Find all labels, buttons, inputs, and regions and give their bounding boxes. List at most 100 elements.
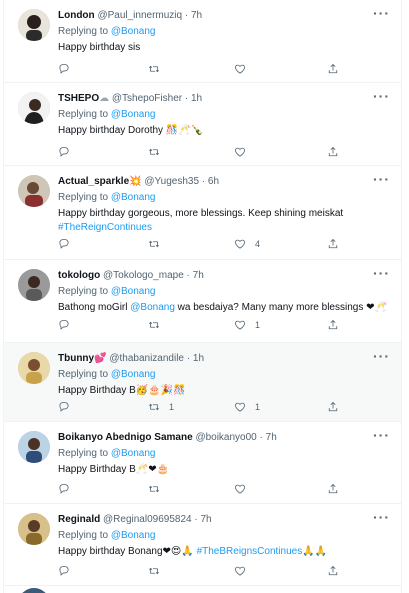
timestamp[interactable]: 1h [191,93,202,104]
user-handle[interactable]: @TshepoFisher [112,93,182,104]
tweet-actions: 4 [58,236,349,252]
share-button[interactable] [327,236,339,252]
reply-button[interactable] [58,317,70,333]
replying-prefix: Replying to [58,192,111,203]
avatar[interactable] [18,431,50,463]
reply-button[interactable] [58,144,70,160]
text-segment: Happy birthday gorgeous, more blessings.… [58,208,344,219]
tweet[interactable]: Reginald @Reginal09695824 · 7h Replying … [4,504,401,586]
replying-prefix: Replying to [58,448,111,459]
replying-to-link[interactable]: @Bonang [111,192,156,203]
retweet-button[interactable] [148,317,160,333]
text-segment: Happy Birthday B [58,464,136,475]
like-button[interactable] [234,563,246,579]
share-button[interactable] [327,317,339,333]
hashtag-link[interactable]: #TheReignContinues [58,222,152,233]
retweet-button[interactable] [148,61,160,77]
replying-to-link[interactable]: @Bonang [111,26,156,37]
tweet-actions [58,61,349,77]
share-button[interactable] [327,144,339,160]
avatar[interactable] [18,9,50,41]
text-segment: Bathong moGirl [58,302,131,313]
timestamp[interactable]: 1h [193,353,204,364]
like-button[interactable] [234,61,246,77]
avatar[interactable] [18,513,50,545]
reply-feed: London @Paul_innermuziq · 7h Replying to… [3,0,402,593]
display-name[interactable]: London [58,10,95,21]
tweet-text: Happy birthday sis [58,41,393,55]
retweet-button[interactable] [148,236,160,252]
share-icon [327,238,339,250]
share-icon [327,483,339,495]
retweet-count: 1 [169,402,175,412]
tweet[interactable]: Actual_sparkle💥 @Yugesh35 · 6h Replying … [4,166,401,260]
user-handle[interactable]: @Yugesh35 [144,176,199,187]
avatar[interactable] [18,352,50,384]
share-button[interactable] [327,399,339,415]
replying-to-link[interactable]: @Bonang [111,448,156,459]
hashtag-link[interactable]: #TheBReignsContinues [194,546,303,557]
user-handle[interactable]: @thabanizandile [109,353,184,364]
reply-button[interactable] [58,61,70,77]
display-name[interactable]: tokologo [58,270,100,281]
like-count: 1 [255,402,261,412]
more-icon[interactable]: ··· [373,6,389,20]
replying-to-link[interactable]: @Bonang [111,109,156,120]
timestamp[interactable]: 7h [200,514,211,525]
timestamp[interactable]: 6h [208,176,219,187]
more-icon[interactable]: ··· [373,172,389,186]
more-icon[interactable]: ··· [373,266,389,280]
tweet[interactable]: Tbunny💕 @thabanizandile · 1h Replying to… [4,343,401,422]
tweet[interactable]: tokologo @Tokologo_mape · 7h Replying to… [4,260,401,343]
name-emoji: 💥 [129,176,142,187]
avatar[interactable] [18,92,50,124]
like-icon [234,146,246,158]
reply-button[interactable] [58,236,70,252]
like-button[interactable] [234,481,246,497]
text-segment: Happy birthday Bonang [58,546,163,557]
like-button[interactable]: 1 [234,317,260,333]
display-name[interactable]: Boikanyo Abednigo Samane [58,432,193,443]
avatar[interactable] [18,175,50,207]
replying-to-link[interactable]: @Bonang [111,286,156,297]
timestamp[interactable]: 7h [266,432,277,443]
timestamp[interactable]: 7h [193,270,204,281]
tweet[interactable]: TSHEPO☁ @TshepoFisher · 1h Replying to @… [4,83,401,166]
more-icon[interactable]: ··· [373,428,389,442]
mention-link[interactable]: @Bonang [130,302,175,313]
display-name[interactable]: Tbunny [58,353,94,364]
user-handle[interactable]: @Reginal09695824 [103,514,192,525]
display-name[interactable]: Actual_sparkle [58,176,129,187]
reply-button[interactable] [58,481,70,497]
more-icon[interactable]: ··· [373,89,389,103]
reply-icon [58,63,70,75]
replying-to-link[interactable]: @Bonang [111,369,156,380]
tweet[interactable]: London @Paul_innermuziq · 7h Replying to… [4,0,401,83]
retweet-button[interactable]: 1 [148,399,174,415]
avatar[interactable] [18,588,50,593]
dot-separator: · [182,10,191,21]
share-button[interactable] [327,61,339,77]
reply-button[interactable] [58,563,70,579]
share-icon [327,565,339,577]
like-button[interactable] [234,144,246,160]
retweet-button[interactable] [148,144,160,160]
display-name[interactable]: TSHEPO [58,93,99,104]
retweet-button[interactable] [148,481,160,497]
replying-to-link[interactable]: @Bonang [111,530,156,541]
like-button[interactable]: 1 [234,399,260,415]
avatar[interactable] [18,269,50,301]
more-icon[interactable]: ··· [373,349,389,363]
share-button[interactable] [327,563,339,579]
like-button[interactable]: 4 [234,236,260,252]
timestamp[interactable]: 7h [191,10,202,21]
more-icon[interactable]: ··· [373,510,389,524]
user-handle[interactable]: @Tokologo_mape [103,270,184,281]
tweet[interactable]: Boikanyo Abednigo Samane @boikanyo00 · 7… [4,422,401,504]
reply-button[interactable] [58,399,70,415]
display-name[interactable]: Reginald [58,514,100,525]
retweet-button[interactable] [148,563,160,579]
share-button[interactable] [327,481,339,497]
user-handle[interactable]: @Paul_innermuziq [97,10,182,21]
user-handle[interactable]: @boikanyo00 [195,432,256,443]
